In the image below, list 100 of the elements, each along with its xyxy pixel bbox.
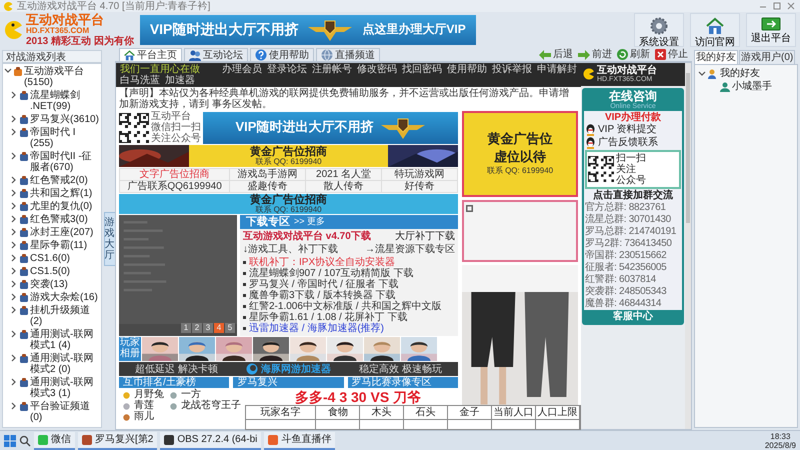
- download-link[interactable]: 迅雷加速器 / 海豚加速器(推荐): [249, 323, 384, 334]
- chevron-icon[interactable]: [10, 354, 18, 362]
- link-cell[interactable]: 广告联系QQ6199940: [120, 181, 230, 193]
- chevron-icon[interactable]: [10, 402, 18, 410]
- link-cell[interactable]: 游戏岛手游网: [230, 169, 306, 181]
- chevron-icon[interactable]: [10, 378, 18, 386]
- link-cell[interactable]: 散人传奇: [306, 181, 382, 193]
- join-link[interactable]: 点击直接加群交流: [585, 190, 681, 201]
- tree-item[interactable]: 共和国之辉(1): [30, 188, 92, 199]
- tree-item[interactable]: 通用测试-联网模式3 (1): [30, 377, 100, 399]
- nav-link[interactable]: 申请解封: [537, 64, 577, 75]
- chevron-icon[interactable]: [10, 267, 18, 275]
- tree-item[interactable]: 尤里的复仇(0): [30, 201, 92, 212]
- download-link[interactable]: 罗马复兴 / 帝国时代 / 征服者 下载: [249, 279, 398, 290]
- nav-link[interactable]: 注册帐号: [312, 64, 352, 75]
- contact-link[interactable]: VIP 资料提交: [598, 124, 657, 136]
- nav-link[interactable]: 登录论坛: [267, 64, 307, 75]
- link-cell[interactable]: 2021 名人堂: [306, 169, 382, 181]
- link-cell[interactable]: 特玩游戏网: [382, 169, 458, 181]
- link-cell[interactable]: 文字广告位招商: [120, 169, 230, 181]
- ad-banner[interactable]: 黄金广告位 虚位以待 联系 QQ: 6199940: [462, 111, 578, 197]
- nav-link[interactable]: 投诉举报: [492, 64, 532, 75]
- chevron-icon[interactable]: [10, 176, 18, 184]
- ad-banner[interactable]: 黄金广告位招商 联系 QQ: 6199940: [119, 194, 458, 214]
- download-link[interactable]: 联机补丁：IPX协议全自动安装器: [249, 257, 396, 268]
- link-cell[interactable]: 好传奇: [382, 181, 458, 193]
- chevron-icon[interactable]: [10, 202, 18, 210]
- nav-button[interactable]: 前进: [578, 49, 612, 60]
- chevron-icon[interactable]: [10, 228, 18, 236]
- tree-item[interactable]: 帝国时代 I (255): [30, 127, 100, 149]
- tree-item[interactable]: CS1.6(0): [30, 253, 70, 264]
- panel-tab[interactable]: 游戏用户(0): [739, 50, 796, 64]
- link-cell[interactable]: 盛趣传奇: [230, 181, 306, 193]
- download-link[interactable]: 互动游戏对战平台 v4.70下载: [243, 231, 371, 242]
- download-link[interactable]: 星际争霸1.61 / 1.08 / 花屏补丁 下载: [249, 312, 408, 324]
- tree-item[interactable]: 突袭(13): [30, 279, 68, 290]
- consult-footer[interactable]: 客服中心: [584, 310, 682, 323]
- panel-tab[interactable]: 我的好友: [694, 50, 738, 64]
- download-link[interactable]: 大厅补丁下载: [395, 231, 455, 242]
- tree-item[interactable]: 小城墨手: [732, 81, 772, 92]
- toolbar-button[interactable]: 访问官网: [690, 13, 740, 47]
- toolbar-button[interactable]: 退出平台: [746, 13, 796, 47]
- chevron-icon[interactable]: [10, 152, 18, 160]
- close-icon[interactable]: [786, 1, 796, 11]
- browser-tab[interactable]: 平台主页: [119, 48, 182, 61]
- vip-link[interactable]: VIP办理付款: [585, 112, 681, 123]
- side-tab[interactable]: 游戏大厅: [104, 212, 116, 266]
- nav-button[interactable]: 停止: [655, 49, 688, 60]
- download-link[interactable]: 红警2-1.006中文标准版 / 共和国之辉中文版: [249, 301, 442, 312]
- accelerator-banner[interactable]: 超低延迟 解决卡顿 海豚网游加速器 稳定高效 极速畅玩: [119, 362, 458, 376]
- nav-button[interactable]: 刷新: [617, 49, 650, 60]
- scrollbar-thumb[interactable]: [686, 73, 690, 223]
- download-link[interactable]: →流星资源下载专区: [365, 244, 455, 256]
- more-link[interactable]: >> 更多: [294, 217, 326, 227]
- chevron-icon[interactable]: [10, 215, 18, 223]
- chevron-icon[interactable]: [698, 70, 706, 78]
- taskbar-app[interactable]: 罗马复兴[第2: [78, 432, 158, 450]
- vip-banner[interactable]: VIP随时进出大厅不用挤: [203, 112, 458, 144]
- tree-item[interactable]: 星际争霸(11): [30, 240, 88, 251]
- nav-link[interactable]: 使用帮助: [447, 64, 487, 75]
- chevron-icon[interactable]: [10, 254, 18, 262]
- chevron-icon[interactable]: [10, 330, 18, 338]
- chevron-icon[interactable]: [10, 189, 18, 197]
- chevron-icon[interactable]: [10, 293, 18, 301]
- tree-item[interactable]: 红色警戒2(0): [30, 175, 88, 186]
- vip-banner[interactable]: VIP随时进出大厅不用挤 点这里办理大厅VIP: [140, 15, 476, 45]
- nav-link[interactable]: 加速器: [165, 75, 195, 86]
- tree-item[interactable]: 平台验证频道(0): [30, 401, 100, 423]
- chevron-icon[interactable]: [10, 128, 18, 136]
- browser-tab[interactable]: 互动论坛: [184, 48, 248, 61]
- chevron-icon[interactable]: [10, 91, 18, 99]
- maximize-icon[interactable]: [772, 1, 782, 11]
- tree-item[interactable]: 流星蝴蝶剑 .NET(99): [30, 90, 100, 112]
- tree-item[interactable]: 我的好友: [720, 68, 760, 79]
- ad-banner[interactable]: 黄金广告位招商 联系 QQ: 6199940: [189, 145, 388, 167]
- download-link[interactable]: 魔兽争霸3下载 / 版本转换器 下载: [249, 290, 396, 302]
- start-icon[interactable]: [4, 434, 16, 446]
- chevron-icon[interactable]: [10, 280, 18, 288]
- tree-item[interactable]: 通用测试-联网模式1 (4): [30, 329, 100, 351]
- tree-item[interactable]: 帝国时代II -征服者(670): [30, 151, 100, 173]
- tree-item[interactable]: 冰封王座(207): [30, 227, 94, 238]
- chevron-icon[interactable]: [10, 241, 18, 249]
- tree-item[interactable]: 红色警戒3(0): [30, 214, 88, 225]
- chevron-icon[interactable]: [10, 115, 18, 123]
- tree-item[interactable]: 通用测试-联网模式2 (0): [30, 353, 100, 375]
- nav-link[interactable]: 找回密码: [402, 64, 442, 75]
- nav-link[interactable]: 办理会员: [222, 64, 262, 75]
- taskbar-app[interactable]: OBS 27.2.4 (64-bi: [160, 432, 262, 450]
- nav-button[interactable]: 后退: [539, 49, 573, 60]
- download-link[interactable]: 流星蝴蝶剑907 / 107互动精简版 下载: [249, 268, 414, 280]
- nav-link[interactable]: 白马洗蓝: [120, 75, 160, 86]
- chevron-icon[interactable]: [4, 67, 12, 75]
- browser-tab[interactable]: 直播频道: [316, 48, 380, 61]
- taskbar-app[interactable]: 微信: [34, 432, 75, 450]
- contact-link[interactable]: 广告反馈联系: [598, 137, 658, 148]
- tree-item[interactable]: 游戏大杂烩(16): [30, 292, 98, 303]
- chevron-icon[interactable]: [10, 306, 18, 314]
- tree-item[interactable]: 罗马复兴(3610): [30, 114, 99, 125]
- toolbar-button[interactable]: 系统设置: [634, 13, 684, 47]
- browser-tab[interactable]: 使用帮助: [250, 48, 314, 61]
